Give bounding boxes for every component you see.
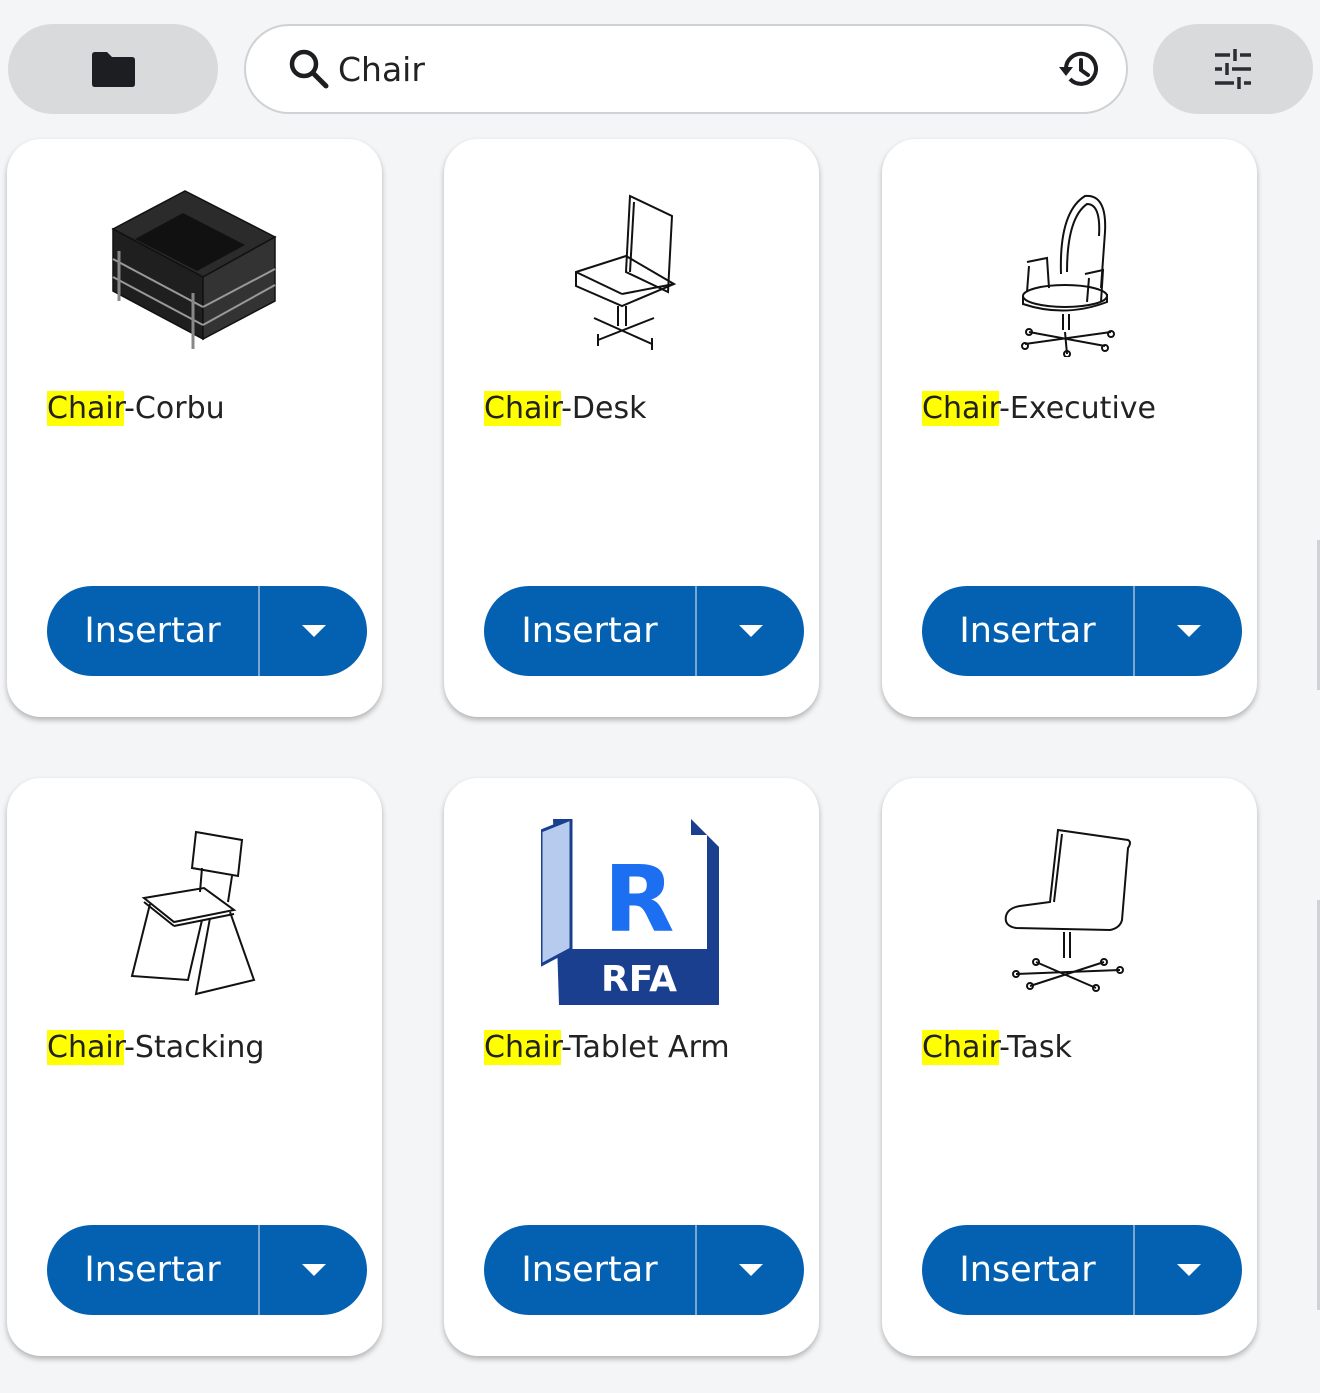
title-rest: -Desk [561,391,647,426]
title-highlight: Chair [922,1030,1000,1065]
folder-icon [92,52,135,87]
title-rest: -Executive [999,391,1156,426]
caret-down-icon [1176,1264,1201,1276]
title-highlight: Chair [484,1030,562,1065]
insert-split-button: Insertar [922,1225,1242,1315]
card-title: Chair-Task [922,1030,1072,1065]
title-rest: -Corbu [124,391,225,426]
caret-down-icon [738,1264,763,1276]
title-highlight: Chair [47,1030,125,1065]
insert-dropdown-button[interactable] [260,586,367,676]
stacking-chair-icon [130,830,255,996]
toolbar [0,0,1320,130]
title-rest: -Tablet Arm [561,1030,730,1065]
thumbnail: R RFA [444,818,819,1008]
tune-icon [1215,49,1251,89]
card-title: Chair-Desk [484,391,647,426]
rfa-label: RFA [600,959,676,1000]
card-item: Chair-Stacking Insertar [7,778,382,1356]
insert-dropdown-button[interactable] [1135,1225,1242,1315]
insert-button[interactable]: Insertar [484,1225,697,1315]
insert-dropdown-button[interactable] [697,586,804,676]
thumbnail [7,818,382,1008]
title-rest: -Stacking [124,1030,265,1065]
search-input[interactable] [338,39,1056,99]
thumbnail [882,818,1257,1008]
insert-dropdown-button[interactable] [260,1225,367,1315]
insert-dropdown-button[interactable] [697,1225,804,1315]
history-icon[interactable] [1056,45,1104,93]
filter-button[interactable] [1153,24,1313,114]
card-item: R RFA Chair-Tablet Arm Insertar [444,778,819,1356]
insert-split-button: Insertar [47,1225,367,1315]
task-chair-icon [1004,828,1131,992]
insert-split-button: Insertar [922,586,1242,676]
search-bar [244,24,1128,114]
caret-down-icon [301,1264,326,1276]
card-title: Chair-Executive [922,391,1156,426]
card-item: Chair-Task Insertar [882,778,1257,1356]
card-title: Chair-Stacking [47,1030,264,1065]
title-highlight: Chair [47,391,125,426]
card-item: Chair-Corbu Insertar [7,139,382,717]
armchair-corbu-icon [110,190,277,349]
caret-down-icon [738,625,763,637]
title-rest: -Task [999,1030,1072,1065]
insert-button[interactable]: Insertar [922,586,1135,676]
folder-button[interactable] [8,24,218,114]
insert-dropdown-button[interactable] [1135,586,1242,676]
insert-button[interactable]: Insertar [484,586,697,676]
rfa-file-icon: R RFA [540,819,719,1005]
card-item: Chair-Desk Insertar [444,139,819,717]
card-title: Chair-Corbu [47,391,225,426]
caret-down-icon [1176,625,1201,637]
thumbnail [444,179,819,369]
card-title: Chair-Tablet Arm [484,1030,730,1065]
thumbnail [882,179,1257,369]
caret-down-icon [301,625,326,637]
insert-button[interactable]: Insertar [47,1225,260,1315]
insert-split-button: Insertar [484,586,804,676]
card-item: Chair-Executive Insertar [882,139,1257,717]
insert-split-button: Insertar [47,586,367,676]
search-icon [289,49,329,89]
rfa-letter: R [603,846,674,953]
insert-button[interactable]: Insertar [47,586,260,676]
title-highlight: Chair [484,391,562,426]
title-highlight: Chair [922,391,1000,426]
insert-button[interactable]: Insertar [922,1225,1135,1315]
executive-chair-icon [1020,194,1115,357]
insert-split-button: Insertar [484,1225,804,1315]
desk-chair-icon [574,194,676,350]
thumbnail [7,179,382,369]
